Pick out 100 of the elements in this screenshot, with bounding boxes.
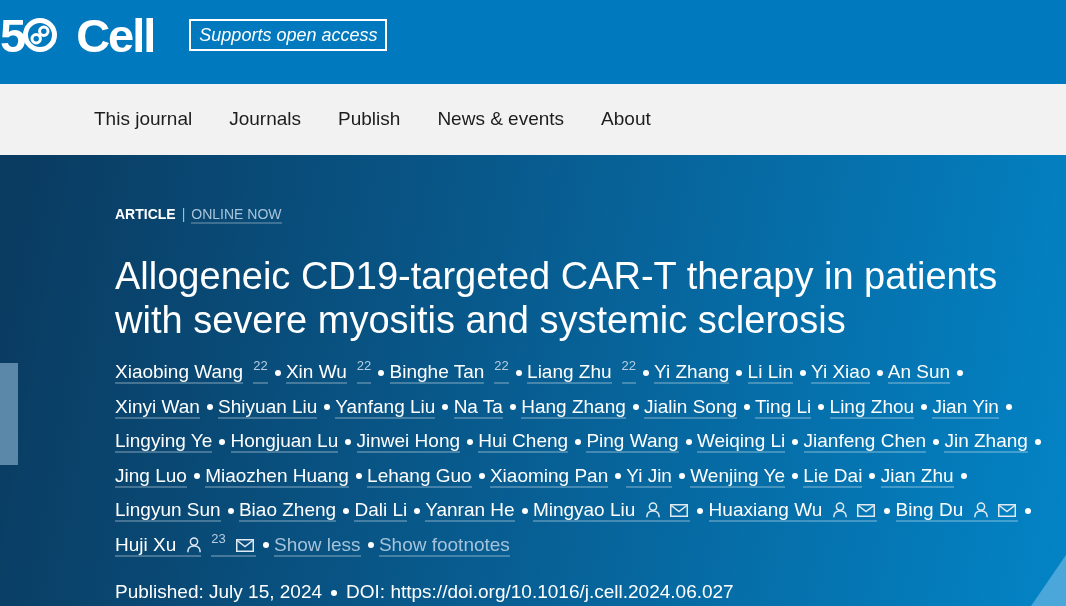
- nav-link[interactable]: Journals: [229, 105, 302, 134]
- author-link[interactable]: Yi Xiao: [810, 361, 871, 384]
- bullet-icon: [800, 370, 807, 376]
- footnote-link[interactable]: 22: [356, 361, 372, 384]
- bullet-icon: [378, 370, 385, 376]
- footnote-link[interactable]: 22: [253, 361, 268, 384]
- bullet-icon: [575, 439, 582, 445]
- author-link[interactable]: Mingyao Liu: [532, 499, 691, 522]
- bullet-icon: [467, 439, 474, 445]
- author-link[interactable]: Hui Cheng: [478, 430, 569, 453]
- author-link[interactable]: Lingying Ye: [115, 430, 213, 453]
- brand-wordmark[interactable]: Cell: [76, 11, 155, 59]
- bullet-icon: [921, 404, 928, 411]
- author-link[interactable]: Dali Li: [354, 499, 408, 522]
- footnote-link[interactable]: 22: [494, 361, 509, 384]
- footnote-link[interactable]: 23: [211, 533, 256, 557]
- nav-link[interactable]: This journal: [94, 105, 193, 134]
- mail-icon: [998, 504, 1017, 517]
- open-access-badge[interactable]: Supports open access: [189, 19, 388, 51]
- author-link[interactable]: Jian Zhu: [880, 464, 954, 488]
- corner-decoration: [1031, 555, 1066, 606]
- author-link[interactable]: Jian Yin: [932, 395, 999, 419]
- bullet-icon: [414, 508, 421, 514]
- author-link[interactable]: Wenjing Ye: [690, 464, 785, 488]
- bullet-icon: [331, 590, 338, 596]
- nav-link[interactable]: News & events: [437, 105, 565, 134]
- article-type-label: ARTICLE: [115, 206, 176, 222]
- mail-icon: [670, 504, 689, 517]
- mail-icon: [857, 504, 876, 517]
- side-tab[interactable]: [0, 363, 18, 465]
- bullet-icon: [792, 439, 799, 445]
- author-link[interactable]: Biao Zheng: [238, 499, 337, 522]
- author-link[interactable]: Shiyuan Liu: [218, 395, 318, 419]
- publication-date: Published: July 15, 2024: [115, 581, 323, 602]
- bullet-icon: [957, 370, 964, 376]
- bullet-icon: [343, 508, 350, 514]
- bullet-icon: [515, 370, 522, 376]
- bullet-icon: [345, 439, 352, 445]
- author-link[interactable]: Liang Zhu: [527, 361, 612, 384]
- bullet-icon: [736, 370, 743, 376]
- bullet-icon: [262, 542, 269, 549]
- author-link[interactable]: Yi Jin: [626, 464, 672, 488]
- bullet-icon: [643, 370, 650, 376]
- author-link[interactable]: Huji Xu: [115, 533, 202, 557]
- mail-icon: [235, 538, 254, 552]
- author-link[interactable]: Huaxiang Wu: [708, 499, 878, 522]
- nav-link[interactable]: About: [601, 105, 651, 134]
- bullet-icon: [324, 404, 331, 411]
- footnote-link[interactable]: 22: [621, 361, 637, 384]
- bullet-icon: [1034, 439, 1041, 445]
- author-link[interactable]: Ting Li: [754, 395, 812, 419]
- author-link[interactable]: Li Lin: [747, 361, 794, 384]
- bullet-icon: [509, 404, 516, 411]
- author-link[interactable]: An Sun: [887, 361, 951, 384]
- bullet-icon: [791, 473, 798, 480]
- bullet-icon: [219, 439, 226, 445]
- author-link[interactable]: Lingyun Sun: [115, 499, 221, 522]
- author-link[interactable]: Jin Zhang: [944, 430, 1028, 453]
- author-link[interactable]: Xinyi Wan: [115, 395, 200, 419]
- author-list-link[interactable]: Show footnotes: [378, 533, 510, 557]
- bullet-icon: [1005, 404, 1012, 411]
- bullet-icon: [818, 404, 825, 411]
- author-link[interactable]: Miaozhen Huang: [205, 464, 349, 488]
- author-link[interactable]: Xin Wu: [285, 361, 347, 384]
- bullet-icon: [632, 404, 639, 411]
- author-link[interactable]: Na Ta: [453, 395, 503, 419]
- author-link[interactable]: Jing Luo: [115, 464, 187, 488]
- bullet-icon: [697, 508, 704, 514]
- bullet-icon: [685, 439, 692, 445]
- author-link[interactable]: Yanran He: [425, 499, 515, 522]
- author-link[interactable]: Hongjuan Lu: [230, 430, 339, 453]
- author-link[interactable]: Yi Zhang: [654, 361, 730, 384]
- author-link[interactable]: Jialin Song: [644, 395, 738, 419]
- author-link[interactable]: Bing Du: [895, 499, 1019, 522]
- article-title: Allogeneic CD19-targeted CAR-T therapy in patients with severe myositis and systemic sclerosis: [115, 254, 999, 342]
- bullet-icon: [744, 404, 751, 411]
- logo-digit: 5: [0, 11, 25, 59]
- author-link[interactable]: Yanfang Liu: [335, 395, 436, 419]
- author-link[interactable]: Weiqing Li: [696, 430, 786, 453]
- bullet-icon: [355, 473, 362, 480]
- bullet-icon: [884, 508, 891, 514]
- author-link[interactable]: Ling Zhou: [829, 395, 915, 419]
- bullet-icon: [933, 439, 940, 445]
- author-link[interactable]: Hang Zhang: [521, 395, 626, 419]
- bullet-icon: [227, 508, 234, 514]
- bullet-icon: [1025, 508, 1032, 514]
- author-list-link[interactable]: Show less: [274, 533, 361, 557]
- author-link[interactable]: Binghe Tan: [389, 361, 485, 384]
- nav-link[interactable]: Publish: [338, 105, 401, 134]
- author-link[interactable]: Xiaobing Wang: [115, 361, 244, 384]
- author-link[interactable]: Jianfeng Chen: [803, 430, 927, 453]
- author-link[interactable]: Jinwei Hong: [356, 430, 461, 453]
- author-link[interactable]: Lehang Guo: [367, 464, 472, 488]
- status-link[interactable]: ONLINE NOW: [191, 206, 282, 224]
- author-link[interactable]: Lie Dai: [803, 464, 863, 488]
- bullet-icon: [869, 473, 876, 480]
- author-link[interactable]: Xiaoming Pan: [489, 464, 609, 488]
- bullet-icon: [478, 473, 485, 480]
- bullet-icon: [193, 473, 200, 480]
- author-link[interactable]: Ping Wang: [586, 430, 679, 453]
